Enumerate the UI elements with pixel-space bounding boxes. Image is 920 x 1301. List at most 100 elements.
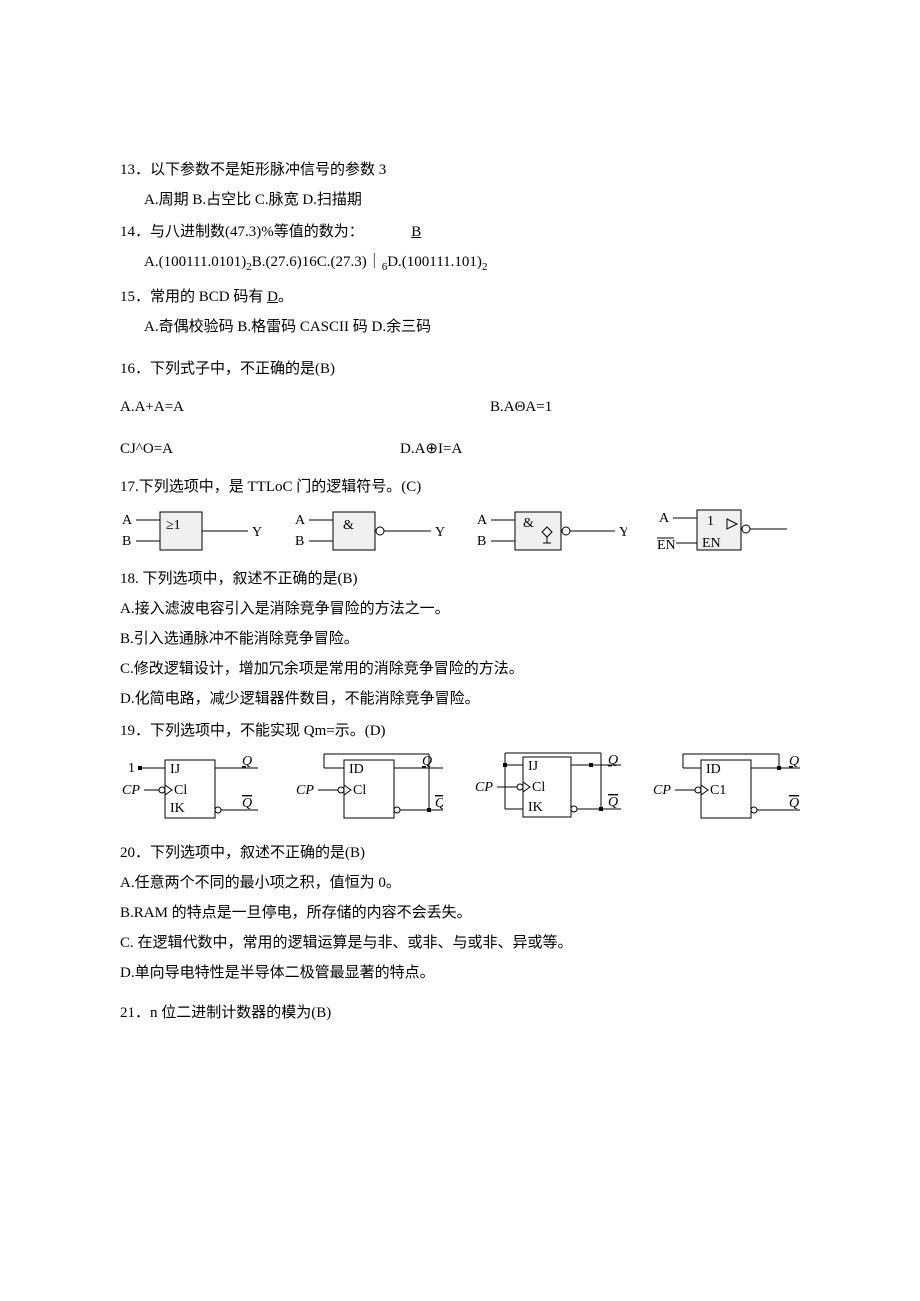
- ge1-symbol: ≥1: [166, 518, 181, 533]
- clock-bubble-icon: [159, 787, 165, 793]
- q16-opt-c: CJ^O=A: [120, 437, 400, 461]
- qbar-bubble-icon: [751, 807, 757, 813]
- qbar-bubble-icon: [394, 807, 400, 813]
- q16-number: 16: [120, 361, 135, 377]
- question-18: 18. 下列选项中，叙述不正确的是(B) A.接入滤波电容引入是消除竞争冒险的方…: [120, 567, 800, 711]
- q17-text: 17.下列选项中，是 TTLoC 门的逻辑符号。(C): [120, 479, 421, 495]
- gate-y-label: Y: [252, 525, 262, 540]
- q14-text: ．与八进制数(47.3)%等值的数为：: [135, 224, 364, 240]
- q14-answer: B: [411, 224, 421, 240]
- gate-y-label: Y: [435, 525, 445, 540]
- q18-opt-d: D.化简电路，减少逻辑器件数目，不能消除竞争冒险。: [120, 687, 800, 711]
- cl-label: Cl: [532, 780, 545, 795]
- logic-gate-row: A B ≥1 Y A B & Y A B &: [120, 507, 800, 557]
- qbar-label: Q: [608, 795, 618, 810]
- q14-options: A.(100111.0101)2B.(27.6)16C.(27.3)｜6D.(1…: [120, 250, 800, 277]
- and-symbol: &: [343, 518, 354, 533]
- q13-text: ．以下参数不是矩形脉冲信号的参数 3: [135, 162, 386, 178]
- cp-label: CP: [653, 783, 671, 798]
- qbar-bubble-icon: [215, 807, 221, 813]
- qbar-label: Q: [242, 796, 252, 811]
- cp-label: CP: [296, 783, 314, 798]
- id-label: ID: [706, 762, 721, 777]
- question-17: 17.下列选项中，是 TTLoC 门的逻辑符号。(C): [120, 475, 800, 499]
- id-label: ID: [349, 762, 364, 777]
- ff-one-label: 1: [128, 761, 135, 776]
- gate-y-label: Y: [619, 525, 627, 540]
- q16-opt-a: A.A+A=A: [120, 395, 490, 419]
- nand-gate-icon: A B & Y: [293, 509, 445, 555]
- q18-opt-c: C.修改逻辑设计，增加冗余项是常用的消除竞争冒险的方法。: [120, 657, 800, 681]
- inverter-bubble-icon: [742, 525, 750, 533]
- q16-opt-d: D.A⊕I=A: [400, 437, 800, 461]
- q14-opt-a: A.(100111.0101): [144, 254, 246, 270]
- gate-b-label: B: [295, 534, 304, 549]
- question-20: 20．下列选项中，叙述不正确的是(B) A.任意两个不同的最小项之积，值恒为 0…: [120, 841, 800, 985]
- gate-a-label: A: [295, 513, 306, 528]
- q15-text: ．常用的 BCD 码有: [135, 289, 267, 305]
- q20-opt-d: D.单向导电特性是半导体二极管最显著的特点。: [120, 961, 800, 985]
- or-gate-icon: A B ≥1 Y: [120, 509, 263, 555]
- tristate-gate-icon: A EN 1 EN: [657, 507, 800, 557]
- q-label: Q: [422, 754, 432, 769]
- d-flipflop-b-icon: CP ID Cl Q Q: [294, 752, 443, 828]
- q19-number: 19: [120, 723, 135, 739]
- ij-label: IJ: [528, 759, 539, 774]
- q14-number: 14: [120, 224, 135, 240]
- gate-a-label: A: [659, 511, 670, 526]
- q18-text: 18. 下列选项中，叙述不正确的是(B): [120, 567, 800, 591]
- jk-flipflop-a-icon: 1 CP IJ Cl IK Q Q: [120, 754, 264, 826]
- flipflop-row: 1 CP IJ Cl IK Q Q CP: [120, 751, 800, 829]
- gate-b-label: B: [477, 534, 486, 549]
- inverter-bubble-icon: [562, 527, 570, 535]
- q14-opt-d: D.(100111.101): [387, 254, 482, 270]
- c1-label: C1: [710, 783, 726, 798]
- question-15: 15．常用的 BCD 码有 D。 A.奇偶校验码 B.格雷码 CASCII 码 …: [120, 285, 800, 339]
- qbar-bubble-icon: [571, 806, 577, 812]
- q20-text: ．下列选项中，叙述不正确的是(B): [135, 845, 365, 861]
- q16-row2: CJ^O=A D.A⊕I=A: [120, 437, 800, 461]
- qbar-label: Q: [435, 796, 443, 811]
- qbar-label: Q: [789, 796, 799, 811]
- q20-opt-a: A.任意两个不同的最小项之积，值恒为 0。: [120, 871, 800, 895]
- clock-bubble-icon: [517, 784, 523, 790]
- cl-label: Cl: [174, 783, 187, 798]
- q-label: Q: [242, 754, 252, 769]
- page-content: 13．以下参数不是矩形脉冲信号的参数 3 A.周期 B.占空比 C.脉宽 D.扫…: [0, 0, 920, 1093]
- q19-text: ．下列选项中，不能实现 Qm=示。(D): [135, 723, 386, 739]
- q21-number: 21: [120, 1005, 135, 1021]
- q20-opt-c: C. 在逻辑代数中，常用的逻辑运算是与非、或非、与或非、异或等。: [120, 931, 800, 955]
- one-symbol: 1: [707, 514, 714, 529]
- oc-nand-gate-icon: A B & Y: [475, 509, 627, 555]
- q-label: Q: [608, 753, 618, 768]
- q-label: Q: [789, 754, 799, 769]
- q20-opt-b: B.RAM 的特点是一旦停电，所存储的内容不会丢失。: [120, 901, 800, 925]
- q14-opt-bc: B.(27.6)16C.(27.3)｜: [252, 254, 382, 270]
- q18-opt-b: B.引入选通脉冲不能消除竞争冒险。: [120, 627, 800, 651]
- q13-number: 13: [120, 162, 135, 178]
- question-21: 21．n 位二进制计数器的模为(B): [120, 1001, 800, 1025]
- ik-label: IK: [528, 800, 543, 815]
- en-label: EN: [657, 538, 676, 553]
- clock-bubble-icon: [695, 787, 701, 793]
- cl-label: Cl: [353, 783, 366, 798]
- cp-label: CP: [475, 780, 493, 795]
- d-flipflop-d-icon: CP ID C1 Q Q: [651, 752, 800, 828]
- jk-flipflop-c-icon: CP IJ Cl IK Q Q: [473, 751, 622, 829]
- q15-answer: D: [267, 289, 278, 305]
- q13-options: A.周期 B.占空比 C.脉宽 D.扫描期: [120, 188, 800, 212]
- ik-label: IK: [170, 801, 185, 816]
- and-symbol: &: [523, 516, 534, 531]
- question-16: 16．下列式子中，不正确的是(B): [120, 357, 800, 381]
- gate-b-label: B: [122, 534, 131, 549]
- en-inside-label: EN: [702, 536, 721, 551]
- q18-opt-a: A.接入滤波电容引入是消除竞争冒险的方法之一。: [120, 597, 800, 621]
- q16-text: ．下列式子中，不正确的是(B): [135, 361, 335, 377]
- question-13: 13．以下参数不是矩形脉冲信号的参数 3 A.周期 B.占空比 C.脉宽 D.扫…: [120, 158, 800, 212]
- q15-number: 15: [120, 289, 135, 305]
- question-14: 14．与八进制数(47.3)%等值的数为： B A.(100111.0101) 2…: [120, 220, 800, 277]
- q15-text2: 。: [278, 289, 293, 305]
- q14-opt-d-sub: 2: [482, 261, 488, 273]
- inverter-bubble-icon: [376, 527, 384, 535]
- q20-number: 20: [120, 845, 135, 861]
